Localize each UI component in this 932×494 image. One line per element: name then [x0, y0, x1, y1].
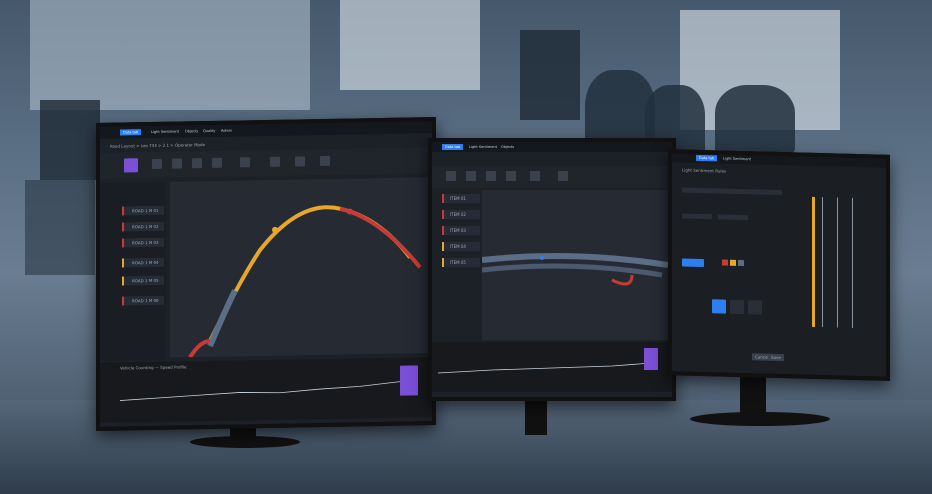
right-range-line-1: [822, 197, 823, 328]
photo-scene: Data tab Light Sentiment Objects Quality…: [0, 0, 932, 494]
right-tab-1[interactable]: Light Sentiment: [720, 155, 754, 162]
middle-tool-6-icon[interactable]: [558, 171, 568, 181]
background-window: [340, 0, 480, 90]
background-door: [520, 30, 580, 120]
left-tool-1-icon[interactable]: [152, 158, 162, 169]
background-person-3: [715, 85, 795, 155]
background-shelf: [30, 0, 310, 110]
left-tab-3[interactable]: Quality: [200, 128, 219, 134]
middle-tool-5-icon[interactable]: [530, 171, 540, 181]
left-tool-4-icon[interactable]: [212, 157, 222, 168]
middle-track-map[interactable]: [482, 190, 668, 340]
left-track-map[interactable]: [170, 177, 428, 358]
right-tab-0[interactable]: Data tab: [696, 154, 718, 162]
left-monitor: Data tab Light Sentiment Objects Quality…: [96, 117, 436, 431]
color-swatch-red[interactable]: [722, 259, 728, 266]
right-monitor-base: [690, 412, 830, 426]
right-option-3[interactable]: [748, 300, 762, 315]
left-tool-7-icon[interactable]: [295, 156, 305, 167]
middle-monitor: Data tab Light Sentiment Objects ITEM 01…: [428, 138, 676, 401]
left-tool-5-icon[interactable]: [240, 157, 250, 168]
left-tab-1[interactable]: Light Sentiment: [148, 128, 182, 135]
left-sidebar-item[interactable]: ROAD 1 M 06: [122, 295, 164, 306]
right-input-3[interactable]: [718, 214, 748, 221]
middle-tool-2-icon[interactable]: [466, 171, 476, 181]
left-tool-6-icon[interactable]: [270, 156, 280, 167]
right-range-line-2: [837, 197, 838, 328]
left-tab-4[interactable]: Admin: [218, 128, 235, 134]
left-tool-8-icon[interactable]: [320, 155, 330, 167]
right-option-2[interactable]: [730, 299, 744, 315]
middle-sidebar-item[interactable]: ITEM 03: [442, 226, 480, 235]
left-tab-2[interactable]: Objects: [182, 128, 201, 134]
left-sidebar-item[interactable]: ROAD 1 M 04: [122, 257, 164, 268]
right-panel-title: Light Sentiment Rules: [682, 167, 726, 174]
middle-tool-1-icon[interactable]: [446, 171, 456, 181]
middle-screen: Data tab Light Sentiment Objects ITEM 01…: [432, 142, 672, 397]
background-equipment: [25, 180, 95, 275]
middle-tab-0[interactable]: Data tab: [442, 144, 464, 150]
left-sidebar-item[interactable]: ROAD 1 M 01: [122, 205, 164, 216]
left-sidebar-item[interactable]: ROAD 1 M 03: [122, 237, 164, 248]
middle-timeline[interactable]: [432, 342, 672, 392]
middle-tool-3-icon[interactable]: [486, 171, 496, 181]
left-tab-0[interactable]: Data tab: [120, 129, 142, 136]
save-button[interactable]: Save: [768, 353, 784, 362]
color-swatch-gray[interactable]: [738, 259, 744, 267]
right-option-selected[interactable]: [712, 299, 726, 314]
left-breadcrumb: Road Layout > Leo 733 > 2.1 > Operator M…: [110, 142, 205, 149]
middle-sidebar-item[interactable]: ITEM 01: [442, 194, 480, 203]
left-screen: Data tab Light Sentiment Objects Quality…: [100, 121, 432, 427]
left-tool-3-icon[interactable]: [192, 158, 202, 169]
middle-monitor-stand: [525, 395, 547, 435]
middle-tab-2[interactable]: Objects: [498, 144, 517, 150]
middle-sidebar-item[interactable]: ITEM 04: [442, 242, 480, 251]
middle-timeline-wave: [437, 348, 658, 374]
right-input-1[interactable]: [682, 187, 782, 196]
left-toolbar-active-icon[interactable]: [124, 158, 138, 173]
right-primary-toggle[interactable]: [682, 258, 704, 268]
middle-sidebar-item[interactable]: ITEM 02: [442, 210, 480, 219]
right-monitor: Data tab Light Sentiment Light Sentiment…: [668, 149, 890, 381]
background-monitor: [40, 100, 100, 180]
left-toolbar: [100, 147, 432, 179]
right-input-2[interactable]: [682, 213, 712, 220]
middle-sidebar-item[interactable]: ITEM 05: [442, 258, 480, 267]
left-tool-2-icon[interactable]: [172, 158, 182, 169]
right-range-line-3: [852, 197, 853, 328]
middle-tab-1[interactable]: Light Sentiment: [466, 144, 500, 150]
color-swatch-yellow[interactable]: [730, 259, 736, 266]
left-monitor-base: [190, 436, 300, 448]
left-sidebar-item[interactable]: ROAD 1 M 05: [122, 275, 164, 286]
left-timeline[interactable]: Vehicle Counting — Speed Profile: [100, 357, 432, 423]
left-sidebar-item[interactable]: ROAD 1 M 02: [122, 221, 164, 232]
right-range-bar: [812, 196, 815, 327]
middle-tool-4-icon[interactable]: [506, 171, 516, 181]
left-timeline-wave: [119, 365, 418, 401]
right-screen: Data tab Light Sentiment Light Sentiment…: [672, 153, 886, 377]
